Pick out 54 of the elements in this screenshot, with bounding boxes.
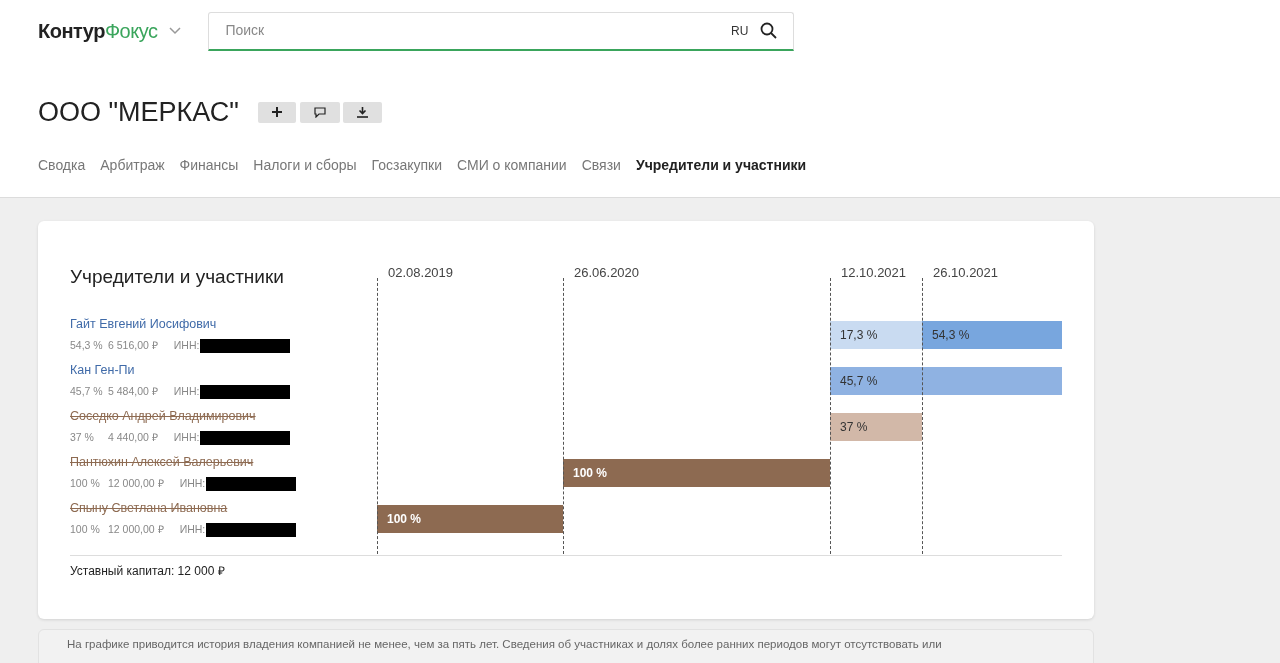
add-button[interactable] — [257, 101, 296, 123]
amount-text: 12 000,00 ₽ — [108, 521, 164, 537]
share-text: 54,3 % — [70, 337, 104, 353]
participant-name[interactable]: Пантюхин Алексей Валерьевич — [70, 453, 254, 472]
download-button[interactable] — [342, 101, 382, 123]
download-icon — [356, 106, 368, 118]
share-bar: 54,3 % — [922, 321, 1062, 349]
nav-tab[interactable]: СМИ о компании — [457, 154, 567, 176]
inn-label: ИНН: — [173, 383, 200, 399]
share-bar: 100 % — [377, 505, 563, 533]
share-bar: 37 % — [830, 413, 922, 441]
participant-name[interactable]: Спыну Светлана Ивановна — [70, 499, 228, 518]
inn-label: ИНН: — [173, 429, 200, 445]
search-field[interactable]: Поиск RU — [208, 11, 795, 51]
date-label: 26.10.2021 — [933, 265, 999, 280]
participant-name[interactable]: Кан Ген-Пи — [70, 361, 135, 380]
nav-tab[interactable]: Госзакупки — [371, 154, 442, 176]
speech-bubble-icon — [313, 106, 326, 118]
share-bar: 100 % — [563, 459, 830, 487]
language-label[interactable]: RU — [731, 21, 749, 40]
date-label: 26.06.2020 — [574, 265, 640, 280]
comment-button[interactable] — [299, 101, 340, 123]
participant-name[interactable]: Соседко Андрей Владимирович — [70, 407, 256, 426]
participant-name[interactable]: Гайт Евгений Иосифович — [70, 315, 217, 334]
logo[interactable]: КонтурФокус — [38, 16, 158, 46]
share-text: 37 % — [70, 429, 95, 445]
share-text: 100 % — [70, 521, 101, 537]
share-bar: 17,3 % — [830, 321, 922, 349]
nav-tab[interactable]: Сводка — [38, 154, 86, 176]
amount-text: 5 484,00 ₽ — [108, 383, 158, 399]
nav-tab[interactable]: Арбитраж — [100, 154, 165, 176]
amount-text: 4 440,00 ₽ — [108, 429, 158, 445]
note-text: На графике приводится история владения компанией не менее, чем за пять лет. Сведения об участниках и долях более ранних периодов могут отсутствовать или — [67, 637, 943, 652]
search-input[interactable]: Поиск — [225, 20, 732, 41]
inn-label: ИНН: — [179, 521, 206, 537]
amount-text: 12 000,00 ₽ — [108, 475, 164, 491]
date-label: 02.08.2019 — [388, 265, 454, 280]
share-bar: 45,7 % — [830, 367, 1062, 395]
nav-tab[interactable]: Учредители и участники — [635, 154, 807, 176]
company-title: ООО "МЕРКАС" — [38, 96, 239, 129]
nav-tab[interactable]: Налоги и сборы — [253, 154, 357, 176]
search-icon[interactable] — [760, 22, 778, 39]
plus-icon — [271, 107, 282, 118]
nav-tab[interactable]: Связи — [581, 154, 621, 176]
share-text: 45,7 % — [70, 383, 104, 399]
amount-text: 6 516,00 ₽ — [108, 337, 158, 353]
date-label: 12.10.2021 — [841, 265, 907, 280]
inn-label: ИНН: — [179, 475, 206, 491]
nav-tab[interactable]: Финансы — [179, 154, 239, 176]
chevron-down-icon[interactable] — [169, 27, 182, 35]
capital-text: Уставный капитал: 12 000 ₽ — [70, 563, 226, 580]
share-text: 100 % — [70, 475, 101, 491]
card-title: Учредители и участники — [70, 265, 285, 289]
inn-label: ИНН: — [173, 337, 200, 353]
